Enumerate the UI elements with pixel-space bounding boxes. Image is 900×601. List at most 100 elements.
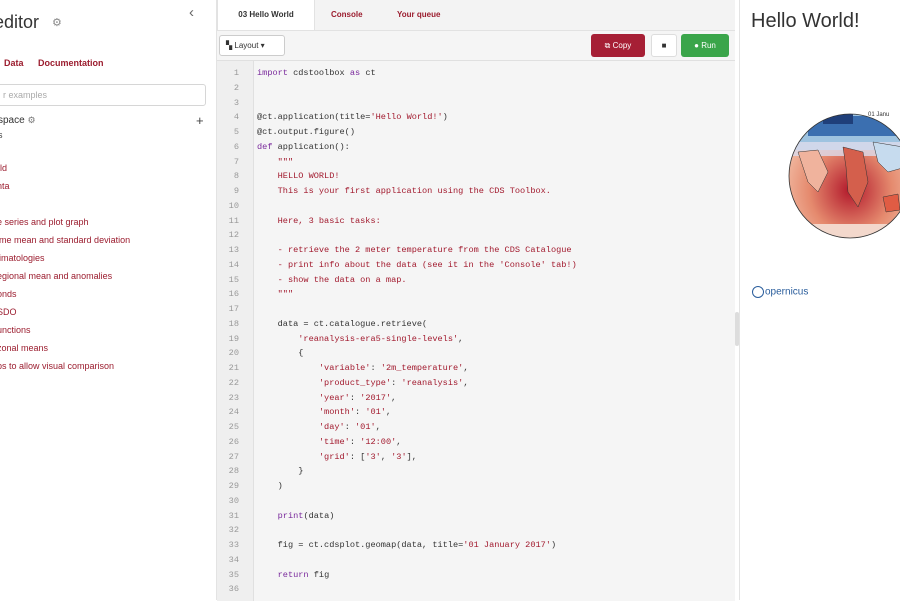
tab-your-queue[interactable]: Your queue xyxy=(397,0,440,30)
gear-icon[interactable]: ⚙ xyxy=(27,115,35,125)
code-line: 29 ) xyxy=(217,479,735,494)
code-line: 26 'time': '12:00', xyxy=(217,435,735,450)
sidebar-item-functions[interactable]: unctions xyxy=(0,325,31,335)
sidebar-title: editor xyxy=(0,12,40,32)
code-line: 35 return fig xyxy=(217,568,735,583)
sidebar-item-zonal-means[interactable]: zonal means xyxy=(0,343,48,353)
chevron-left-icon[interactable]: ‹ xyxy=(189,4,194,21)
output-panel: Hello World! 01 Janu opernicus xyxy=(740,0,900,600)
code-line: 1 import cdstoolbox as ct xyxy=(217,66,735,81)
code-line: 15 - show the data on a map. xyxy=(217,273,735,288)
line-number: 4 xyxy=(233,112,239,123)
code-text: 'month': '01', xyxy=(318,407,392,418)
workspace-sub: s xyxy=(0,130,3,140)
code-text: - show the data on a map. xyxy=(257,274,407,285)
code-text: @ct.application(title='Hello World!') xyxy=(257,112,448,123)
sidebar-item-time-series[interactable]: e series and plot graph xyxy=(0,217,89,227)
tab-bar: 03 Hello World Console Your queue xyxy=(217,0,735,31)
line-number: 34 xyxy=(228,554,239,565)
sidebar-links: Data Documentation xyxy=(4,58,116,68)
code-text: 'day': '01', xyxy=(318,422,381,432)
code-text: import cdstoolbox as ct xyxy=(257,68,376,78)
code-line: 22 'product_type': 'reanalysis', xyxy=(217,376,735,391)
code-line: 16 """ xyxy=(217,287,735,302)
code-line: 8 HELLO WORLD! xyxy=(217,169,735,184)
line-number: 29 xyxy=(228,481,239,491)
code-text: ) xyxy=(257,481,283,491)
copy-button-label: Copy xyxy=(612,41,632,50)
line-number: 14 xyxy=(228,259,239,270)
code-line: 36 xyxy=(217,582,735,597)
line-number: 21 xyxy=(228,363,239,373)
copy-button[interactable]: ⧉ Copy xyxy=(591,34,645,57)
code-line: 28 } xyxy=(217,464,735,479)
layout-button[interactable]: ▚ Layout ▾ xyxy=(219,35,285,56)
gear-icon[interactable]: ⚙ xyxy=(52,16,62,29)
search-input[interactable]: r examples xyxy=(0,84,206,106)
editor-panel: 03 Hello World Console Your queue ▚ Layo… xyxy=(217,0,735,601)
copernicus-logo-text: opernicus xyxy=(765,286,809,298)
run-button[interactable]: ● Run xyxy=(681,34,729,57)
line-number: 36 xyxy=(228,584,239,595)
code-editor[interactable]: 1 import cdstoolbox as ct 2 3 4 @ct.applicati… xyxy=(217,60,735,601)
sidebar-item-sdo[interactable]: SDO xyxy=(0,307,17,317)
line-number: 24 xyxy=(228,407,239,418)
sidebar-item-onds[interactable]: onds xyxy=(0,289,17,299)
code-text: HELLO WORLD! xyxy=(257,171,340,182)
output-title: Hello World! xyxy=(751,10,860,32)
tab-hello-world[interactable]: 03 Hello World xyxy=(217,0,315,30)
stop-button[interactable]: ■ xyxy=(651,34,677,57)
line-number: 3 xyxy=(233,97,239,108)
code-line: 18 data = ct.catalogue.retrieve( xyxy=(217,317,735,332)
code-line: 27 'grid': ['3', '3'], xyxy=(217,450,735,465)
editor-toolbar: ▚ Layout ▾ ⧉ Copy ■ ● Run xyxy=(217,31,735,59)
line-number: 28 xyxy=(228,466,239,477)
line-number: 23 xyxy=(228,392,239,403)
link-data[interactable]: Data xyxy=(4,58,24,68)
plus-icon[interactable]: + xyxy=(196,113,204,128)
code-text: 'variable': '2m_temperature', xyxy=(318,363,469,373)
sidebar-item-regional-mean[interactable]: egional mean and anomalies xyxy=(0,271,112,281)
line-number: 22 xyxy=(228,377,239,388)
code-line: 14 - print info about the data (see it i… xyxy=(217,258,735,273)
code-line: 33 fig = ct.cdsplot.geomap(data, title='… xyxy=(217,538,735,553)
code-text: - print info about the data (see it in t… xyxy=(257,259,577,270)
layout-icon: ▚ xyxy=(226,41,233,50)
code-line: 9 This is your first application using t… xyxy=(217,184,735,199)
line-number: 15 xyxy=(228,274,239,285)
line-number: 33 xyxy=(228,540,239,550)
line-number: 1 xyxy=(233,68,239,78)
code-line: 2 xyxy=(217,81,735,96)
code-line: 12 xyxy=(217,228,735,243)
sidebar-item-climatologies[interactable]: limatologies xyxy=(0,253,45,263)
stop-icon: ■ xyxy=(661,41,667,50)
line-number: 17 xyxy=(228,304,239,314)
copy-icon: ⧉ xyxy=(604,41,611,50)
code-line: 13 - retrieve the 2 meter temperature fr… xyxy=(217,243,735,258)
line-number: 9 xyxy=(233,186,239,196)
code-line: 32 xyxy=(217,523,735,538)
line-number: 16 xyxy=(228,289,239,300)
line-number: 18 xyxy=(228,318,239,329)
line-number: 11 xyxy=(228,215,239,226)
sidebar-item-visual-comparison[interactable]: ps to allow visual comparison xyxy=(0,361,114,371)
map-figure xyxy=(788,113,900,239)
line-number: 26 xyxy=(228,436,239,447)
sidebar-item-hello-world[interactable]: rld xyxy=(0,163,7,173)
sidebar: editor ⚙ ‹ Data Documentation r examples… xyxy=(0,0,217,600)
code-text: data = ct.catalogue.retrieve( xyxy=(257,318,428,329)
line-number: 31 xyxy=(228,510,239,521)
line-number: 13 xyxy=(228,245,239,255)
workspace-label: space ⚙ xyxy=(0,115,36,126)
code-text: """ xyxy=(257,289,294,300)
sidebar-item-data[interactable]: nta xyxy=(0,181,10,191)
code-line: 25 'day': '01', xyxy=(217,420,735,435)
link-documentation[interactable]: Documentation xyxy=(38,58,104,68)
play-icon: ● xyxy=(694,41,699,50)
code-text: @ct.output.figure() xyxy=(257,127,355,137)
code-text: 'reanalysis-era5-single-levels', xyxy=(298,333,464,344)
layout-button-label: Layout xyxy=(234,41,259,50)
sidebar-item-time-mean[interactable]: ime mean and standard deviation xyxy=(0,235,130,245)
code-line: 34 xyxy=(217,553,735,568)
tab-console[interactable]: Console xyxy=(331,0,363,30)
